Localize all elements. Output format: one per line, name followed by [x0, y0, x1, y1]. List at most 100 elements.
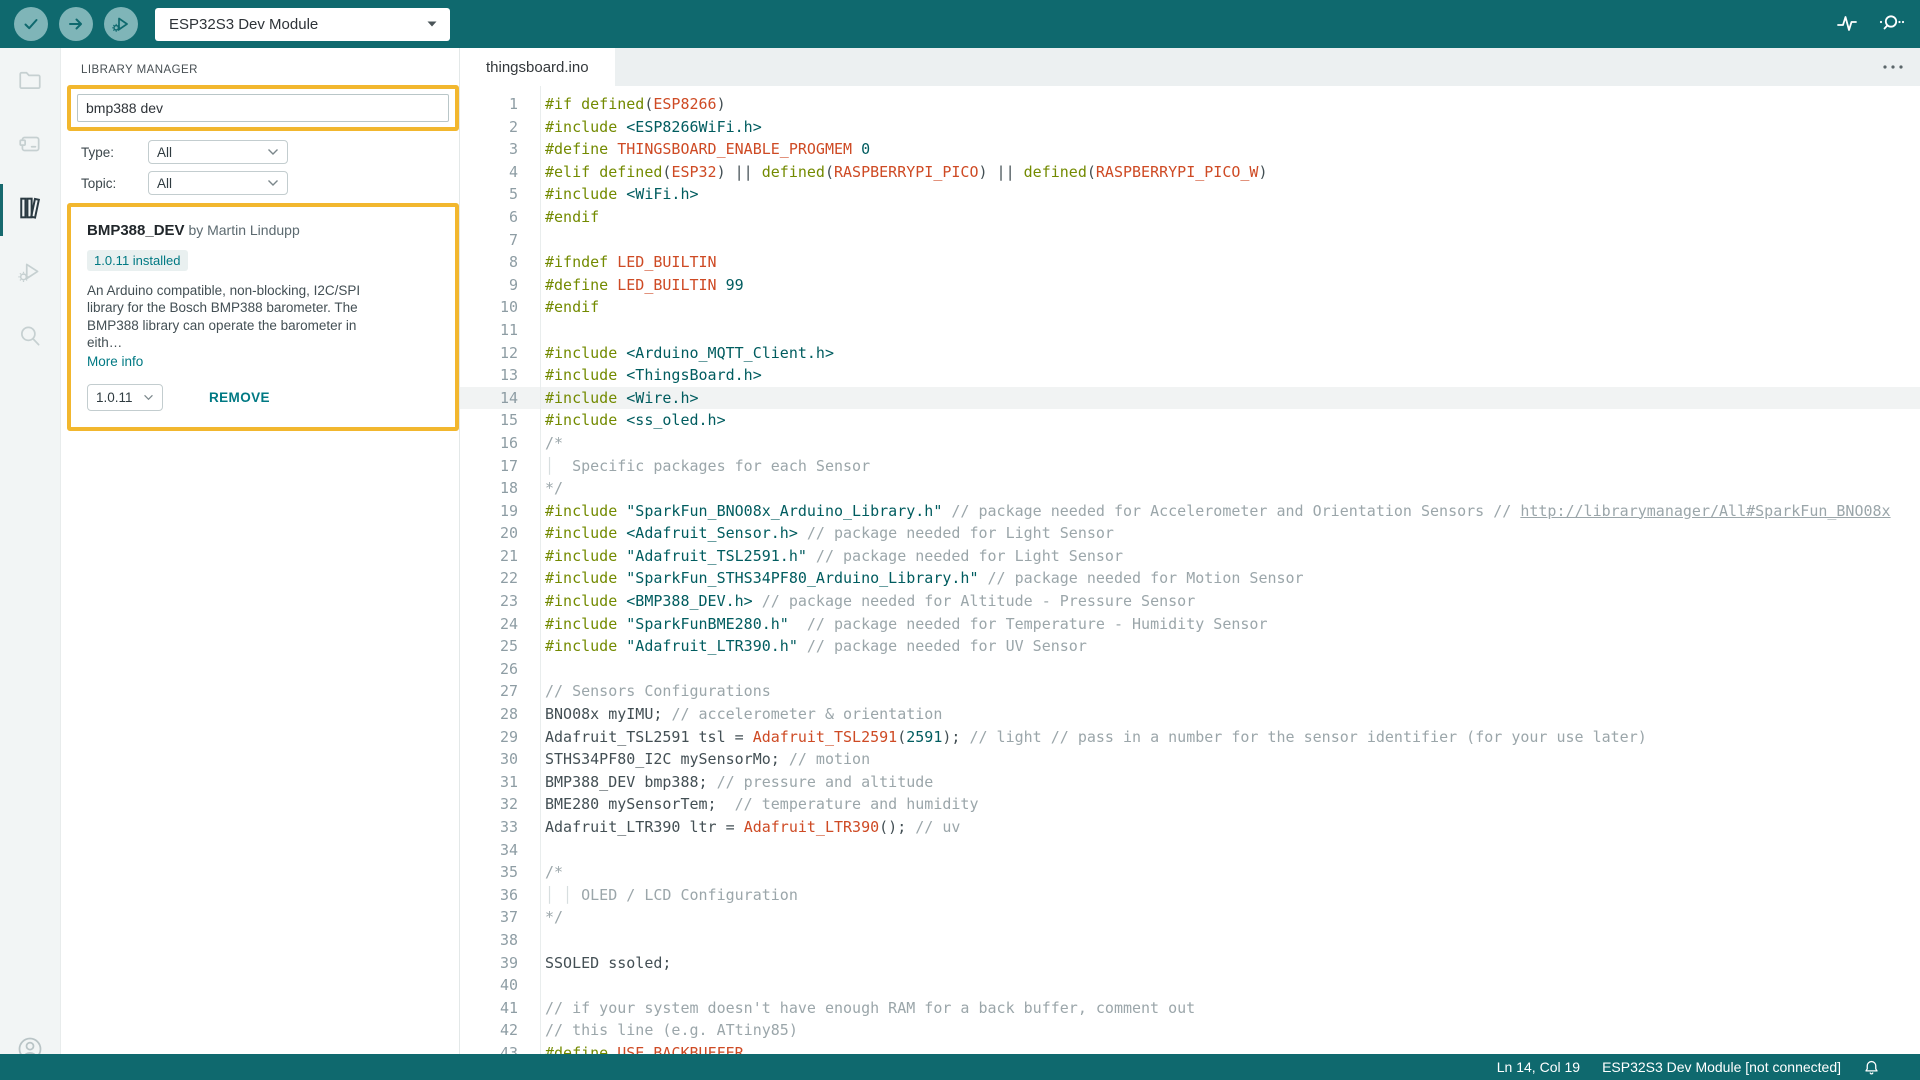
line-number[interactable]: 37: [460, 906, 518, 929]
line-number[interactable]: 18: [460, 477, 518, 500]
board-connection-status[interactable]: ESP32S3 Dev Module [not connected]: [1602, 1059, 1841, 1075]
line-number[interactable]: 7: [460, 229, 518, 252]
code-line-3[interactable]: 3#define THINGSBOARD_ENABLE_PROGMEM 0: [460, 138, 1920, 161]
line-number[interactable]: 26: [460, 658, 518, 681]
line-number[interactable]: 13: [460, 364, 518, 387]
board-selector-dropdown[interactable]: ESP32S3 Dev Module: [155, 8, 450, 41]
line-number[interactable]: 9: [460, 274, 518, 297]
code-line-29[interactable]: 29Adafruit_TSL2591 tsl = Adafruit_TSL259…: [460, 726, 1920, 749]
type-filter-select[interactable]: All: [148, 140, 288, 164]
code-line-12[interactable]: 12#include <Arduino_MQTT_Client.h>: [460, 342, 1920, 365]
line-number[interactable]: 20: [460, 522, 518, 545]
code-line-35[interactable]: 35/*: [460, 861, 1920, 884]
line-number[interactable]: 19: [460, 500, 518, 523]
code-line-2[interactable]: 2#include <ESP8266WiFi.h>: [460, 116, 1920, 139]
code-line-18[interactable]: 18*/: [460, 477, 1920, 500]
code-line-38[interactable]: 38: [460, 929, 1920, 952]
line-number[interactable]: 16: [460, 432, 518, 455]
upload-button[interactable]: [59, 7, 93, 41]
line-number[interactable]: 29: [460, 726, 518, 749]
line-number[interactable]: 36: [460, 884, 518, 907]
code-line-33[interactable]: 33Adafruit_LTR390 ltr = Adafruit_LTR390(…: [460, 816, 1920, 839]
line-number[interactable]: 10: [460, 296, 518, 319]
code-line-22[interactable]: 22#include "SparkFun_STHS34PF80_Arduino_…: [460, 567, 1920, 590]
line-number[interactable]: 30: [460, 748, 518, 771]
code-line-25[interactable]: 25#include "Adafruit_LTR390.h" // packag…: [460, 635, 1920, 658]
code-line-17[interactable]: 17│ Specific packages for each Sensor: [460, 455, 1920, 478]
line-number[interactable]: 11: [460, 319, 518, 342]
code-line-10[interactable]: 10#endif: [460, 296, 1920, 319]
line-number[interactable]: 24: [460, 613, 518, 636]
line-number[interactable]: 12: [460, 342, 518, 365]
line-number[interactable]: 41: [460, 997, 518, 1020]
code-line-41[interactable]: 41// if your system doesn't have enough …: [460, 997, 1920, 1020]
line-number[interactable]: 42: [460, 1019, 518, 1042]
line-number[interactable]: 35: [460, 861, 518, 884]
code-line-24[interactable]: 24#include "SparkFunBME280.h" // package…: [460, 613, 1920, 636]
tab-thingsboard-ino[interactable]: thingsboard.ino: [460, 48, 615, 86]
code-line-28[interactable]: 28BNO08x myIMU; // accelerometer & orien…: [460, 703, 1920, 726]
line-number[interactable]: 17: [460, 455, 518, 478]
code-line-14[interactable]: 14#include <Wire.h>: [460, 387, 1920, 410]
code-line-1[interactable]: 1#if defined(ESP8266): [460, 93, 1920, 116]
sidebar-item-boards-manager[interactable]: [0, 128, 60, 164]
line-number[interactable]: 5: [460, 183, 518, 206]
code-line-31[interactable]: 31BMP388_DEV bmp388; // pressure and alt…: [460, 771, 1920, 794]
line-number[interactable]: 1: [460, 93, 518, 116]
code-line-32[interactable]: 32BME280 mySensorTem; // temperature and…: [460, 793, 1920, 816]
code-line-9[interactable]: 9#define LED_BUILTIN 99: [460, 274, 1920, 297]
line-number[interactable]: 40: [460, 974, 518, 997]
code-line-40[interactable]: 40: [460, 974, 1920, 997]
remove-button[interactable]: REMOVE: [209, 390, 270, 405]
code-line-8[interactable]: 8#ifndef LED_BUILTIN: [460, 251, 1920, 274]
serial-monitor-button[interactable]: [1877, 10, 1905, 39]
code-line-4[interactable]: 4#elif defined(ESP32) || defined(RASPBER…: [460, 161, 1920, 184]
line-number[interactable]: 4: [460, 161, 518, 184]
line-number[interactable]: 14: [460, 387, 518, 410]
sidebar-item-search[interactable]: [0, 320, 60, 356]
line-number[interactable]: 6: [460, 206, 518, 229]
code-line-15[interactable]: 15#include <ss_oled.h>: [460, 409, 1920, 432]
line-number[interactable]: 25: [460, 635, 518, 658]
code-line-42[interactable]: 42// this line (e.g. ATtiny85): [460, 1019, 1920, 1042]
line-number[interactable]: 21: [460, 545, 518, 568]
notifications-bell-icon[interactable]: [1863, 1059, 1880, 1076]
sidebar-item-sketchbook[interactable]: [0, 64, 60, 100]
line-number[interactable]: 32: [460, 793, 518, 816]
cursor-position[interactable]: Ln 14, Col 19: [1497, 1059, 1580, 1075]
code-line-30[interactable]: 30STHS34PF80_I2C mySensorMo; // motion: [460, 748, 1920, 771]
verify-button[interactable]: [14, 7, 48, 41]
line-number[interactable]: 38: [460, 929, 518, 952]
line-number[interactable]: 33: [460, 816, 518, 839]
serial-plotter-button[interactable]: [1834, 10, 1860, 39]
topic-filter-select[interactable]: All: [148, 171, 288, 195]
more-actions-icon[interactable]: [1882, 48, 1904, 86]
code-line-20[interactable]: 20#include <Adafruit_Sensor.h> // packag…: [460, 522, 1920, 545]
line-number[interactable]: 8: [460, 251, 518, 274]
line-number[interactable]: 23: [460, 590, 518, 613]
code-line-6[interactable]: 6#endif: [460, 206, 1920, 229]
sidebar-item-debug[interactable]: [0, 256, 60, 292]
line-number[interactable]: 28: [460, 703, 518, 726]
code-line-26[interactable]: 26: [460, 658, 1920, 681]
sidebar-item-library-manager[interactable]: [0, 192, 60, 228]
code-line-19[interactable]: 19#include "SparkFun_BNO08x_Arduino_Libr…: [460, 500, 1920, 523]
version-select[interactable]: 1.0.11: [87, 384, 163, 411]
line-number[interactable]: 27: [460, 680, 518, 703]
code-line-36[interactable]: 36│ │ OLED / LCD Configuration: [460, 884, 1920, 907]
code-line-34[interactable]: 34: [460, 839, 1920, 862]
more-info-link[interactable]: More info: [87, 354, 143, 369]
code-line-5[interactable]: 5#include <WiFi.h>: [460, 183, 1920, 206]
debug-button[interactable]: [104, 7, 138, 41]
code-line-16[interactable]: 16/*: [460, 432, 1920, 455]
code-line-11[interactable]: 11: [460, 319, 1920, 342]
line-number[interactable]: 34: [460, 839, 518, 862]
code-editor[interactable]: 1#if defined(ESP8266)2#include <ESP8266W…: [460, 86, 1920, 1080]
library-search-input[interactable]: [77, 94, 449, 122]
code-line-23[interactable]: 23#include <BMP388_DEV.h> // package nee…: [460, 590, 1920, 613]
line-number[interactable]: 3: [460, 138, 518, 161]
code-line-21[interactable]: 21#include "Adafruit_TSL2591.h" // packa…: [460, 545, 1920, 568]
code-line-39[interactable]: 39SSOLED ssoled;: [460, 952, 1920, 975]
code-line-37[interactable]: 37*/: [460, 906, 1920, 929]
code-line-7[interactable]: 7: [460, 229, 1920, 252]
